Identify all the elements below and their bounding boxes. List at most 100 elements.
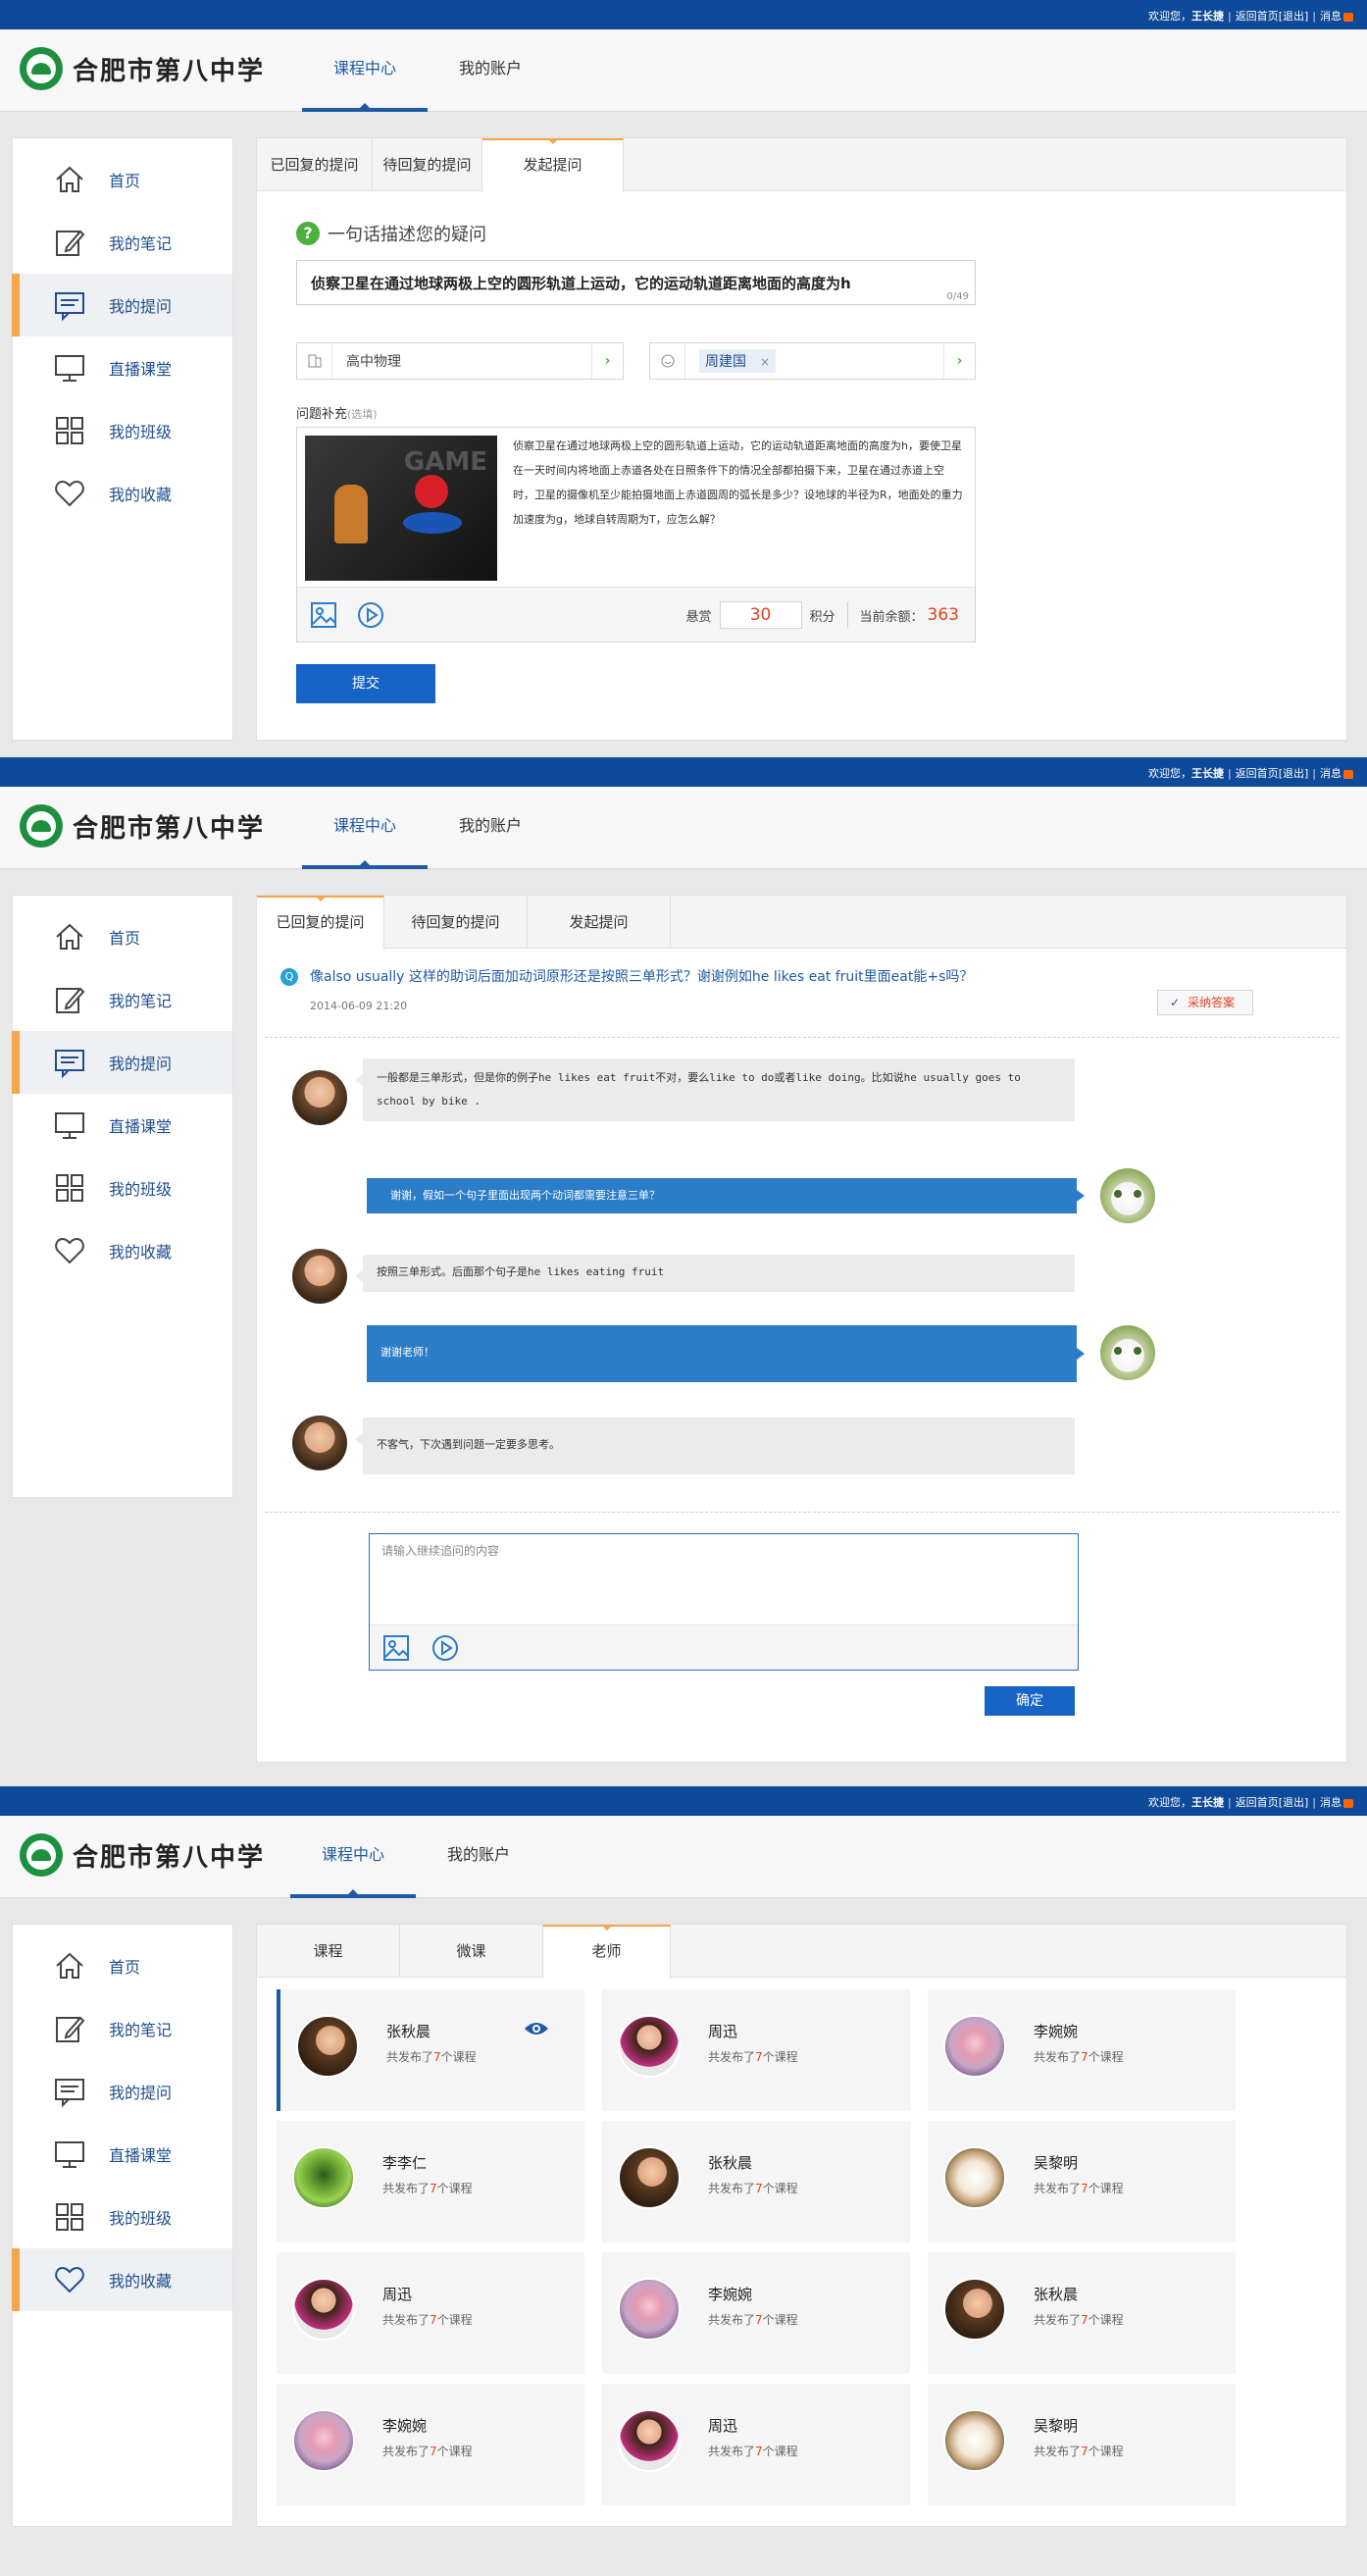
- tab-pending[interactable]: 待回复的提问: [384, 896, 528, 949]
- close-icon[interactable]: ×: [760, 355, 770, 369]
- chevron-right-icon[interactable]: ›: [943, 343, 975, 379]
- teacher-card[interactable]: 吴黎明 共发布了7个课程: [928, 2384, 1236, 2505]
- count-prefix: 共发布了: [386, 2050, 434, 2064]
- grid-class-icon: [52, 413, 87, 448]
- supplement-box[interactable]: GAME 侦察卫星在通过地球两极上空的圆形轨道上运动，它的运动轨道距离地面的高度…: [296, 427, 976, 643]
- messages-link[interactable]: 消息: [1320, 10, 1342, 23]
- teacher-card[interactable]: 吴黎明 共发布了7个课程: [928, 2121, 1236, 2242]
- messages-link[interactable]: 消息: [1320, 1796, 1342, 1809]
- question-input[interactable]: 侦察卫星在通过地球两极上空的圆形轨道上运动，它的运动轨道距离地面的高度为h 0/4…: [296, 260, 976, 305]
- sidebar-item-label: 我的提问: [109, 2084, 173, 2102]
- school-emblem-icon: [20, 804, 63, 848]
- sidebar-item-favorites[interactable]: 我的收藏: [13, 462, 232, 525]
- count-value: 7: [755, 2313, 763, 2327]
- teacher-card[interactable]: 张秋晨 共发布了7个课程: [602, 2121, 910, 2242]
- tab-pending[interactable]: 待回复的提问: [373, 138, 482, 191]
- submit-button[interactable]: 提交: [296, 664, 435, 703]
- school-logo[interactable]: 合肥市第八中学: [20, 47, 265, 90]
- teacher-card[interactable]: 李李仁 共发布了7个课程: [277, 2121, 584, 2242]
- sidebar-item-live[interactable]: 直播课堂: [13, 1094, 232, 1157]
- message-teacher: 不客气，下次遇到问题一定要多思考。: [355, 1417, 1075, 1474]
- teacher-card[interactable]: 张秋晨 共发布了7个课程: [928, 2252, 1236, 2374]
- tab-ask[interactable]: 发起提问: [482, 138, 624, 192]
- question-tabs: 已回复的提问 待回复的提问 发起提问: [257, 138, 1346, 192]
- image-upload-icon[interactable]: [381, 1633, 411, 1663]
- tab-answered[interactable]: 已回复的提问: [257, 896, 384, 950]
- confirm-button[interactable]: 确定: [985, 1686, 1075, 1716]
- logout-link[interactable]: [退出]: [1279, 1796, 1309, 1809]
- teacher-card[interactable]: 张秋晨 共发布了7个课程: [277, 1989, 584, 2111]
- video-play-icon[interactable]: [430, 1633, 460, 1663]
- teacher-select[interactable]: 周建国 × ›: [649, 342, 976, 380]
- accept-answer-button[interactable]: ✓ 采纳答案: [1157, 990, 1253, 1015]
- logout-link[interactable]: [退出]: [1279, 10, 1309, 23]
- sidebar-item-favorites[interactable]: 我的收藏: [13, 1219, 232, 1282]
- home-link[interactable]: 返回首页: [1236, 10, 1279, 23]
- teacher-card[interactable]: 周迅 共发布了7个课程: [602, 1989, 910, 2111]
- supplement-toolbar: 悬赏 30 积分 当前余额： 363: [297, 587, 975, 642]
- nav-tab-course-center[interactable]: 课程中心: [302, 787, 428, 869]
- count-suffix: 个课程: [1088, 2050, 1124, 2064]
- teacher-card[interactable]: 李婉婉 共发布了7个课程: [277, 2384, 584, 2505]
- sidebar-item-favorites[interactable]: 我的收藏: [12, 2248, 232, 2311]
- student-avatar: [1100, 1168, 1155, 1223]
- sidebar-item-home[interactable]: 首页: [13, 148, 232, 211]
- count-prefix: 共发布了: [708, 2050, 756, 2064]
- reward-input[interactable]: 30: [719, 601, 802, 629]
- teacher-card[interactable]: 李婉婉 共发布了7个课程: [602, 2252, 910, 2374]
- nav-tab-my-account[interactable]: 我的账户: [416, 1816, 541, 1898]
- teacher-name: 张秋晨: [708, 2154, 753, 2172]
- tab-courses[interactable]: 课程: [257, 1925, 400, 1978]
- sidebar-item-home[interactable]: 首页: [13, 1934, 232, 1997]
- count-suffix: 个课程: [762, 2050, 798, 2064]
- nav-tab-my-account[interactable]: 我的账户: [428, 787, 553, 869]
- nav-tab-course-center[interactable]: 课程中心: [302, 29, 428, 112]
- teacher-avatar: [296, 2015, 359, 2078]
- username[interactable]: 王长捷: [1191, 10, 1224, 23]
- home-link[interactable]: 返回首页: [1236, 1796, 1279, 1809]
- sidebar-item-notes[interactable]: 我的笔记: [13, 1997, 232, 2060]
- image-upload-icon[interactable]: [309, 600, 338, 630]
- school-emblem-icon: [20, 47, 63, 90]
- edit-note-icon: [52, 2011, 87, 2046]
- tab-answered[interactable]: 已回复的提问: [257, 138, 373, 191]
- username[interactable]: 王长捷: [1191, 767, 1224, 780]
- sidebar-item-notes[interactable]: 我的笔记: [13, 211, 232, 274]
- sidebar-item-home[interactable]: 首页: [13, 905, 232, 968]
- home-link[interactable]: 返回首页: [1236, 767, 1279, 780]
- teacher-avatar: [292, 2278, 355, 2341]
- question-title[interactable]: 像also usually 这样的助词后面加动词原形还是按照三单形式？谢谢例如h…: [310, 966, 973, 986]
- sidebar-item-live[interactable]: 直播课堂: [13, 2123, 232, 2186]
- tab-micro-courses[interactable]: 微课: [400, 1925, 543, 1978]
- nav-tab-my-account[interactable]: 我的账户: [428, 29, 553, 112]
- logout-link[interactable]: [退出]: [1279, 767, 1309, 780]
- message-badge-icon: [1343, 1798, 1353, 1808]
- nav-tab-course-center[interactable]: 课程中心: [290, 1816, 416, 1898]
- messages-link[interactable]: 消息: [1320, 767, 1342, 780]
- username[interactable]: 王长捷: [1191, 1796, 1224, 1809]
- video-play-icon[interactable]: [356, 600, 385, 630]
- tab-ask[interactable]: 发起提问: [528, 896, 671, 949]
- sidebar-item-class[interactable]: 我的班级: [13, 1157, 232, 1219]
- sidebar-item-class[interactable]: 我的班级: [13, 2186, 232, 2248]
- tab-teachers[interactable]: 老师: [543, 1925, 671, 1979]
- sidebar-item-live[interactable]: 直播课堂: [13, 336, 232, 399]
- balance-value: 363: [927, 605, 959, 625]
- reply-input[interactable]: 请输入继续追问的内容: [369, 1533, 1079, 1671]
- attached-image[interactable]: GAME: [305, 436, 497, 581]
- teacher-avatar: [292, 2409, 355, 2472]
- sidebar-item-questions[interactable]: 我的提问: [13, 2060, 232, 2123]
- chevron-right-icon[interactable]: ›: [591, 343, 623, 379]
- school-logo[interactable]: 合肥市第八中学: [20, 804, 265, 848]
- teacher-card[interactable]: 李婉婉 共发布了7个课程: [928, 1989, 1236, 2111]
- teacher-card[interactable]: 周迅 共发布了7个课程: [277, 2252, 584, 2374]
- subject-select[interactable]: 高中物理 ›: [296, 342, 624, 380]
- eye-icon[interactable]: [524, 2019, 549, 2038]
- teacher-card[interactable]: 周迅 共发布了7个课程: [602, 2384, 910, 2505]
- sidebar-item-label: 我的班级: [109, 1180, 173, 1199]
- sidebar-item-questions[interactable]: 我的提问: [12, 1031, 232, 1094]
- school-logo[interactable]: 合肥市第八中学: [20, 1833, 265, 1877]
- sidebar-item-notes[interactable]: 我的笔记: [13, 968, 232, 1031]
- sidebar-item-questions[interactable]: 我的提问: [12, 274, 232, 336]
- sidebar-item-class[interactable]: 我的班级: [13, 399, 232, 462]
